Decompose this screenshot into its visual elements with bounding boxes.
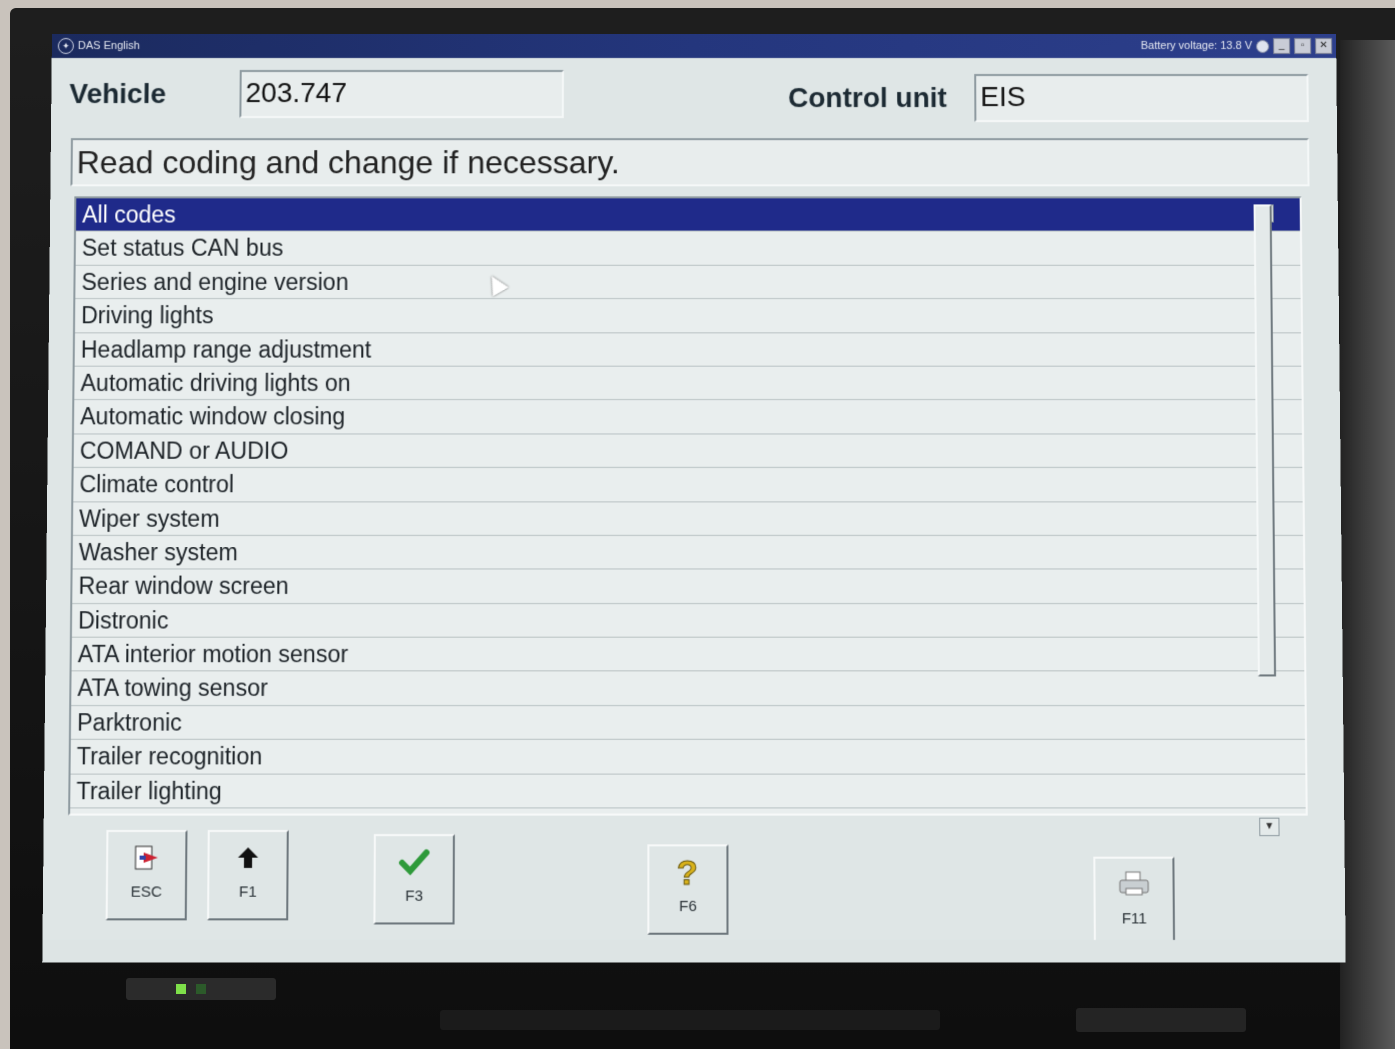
hinge-cover (440, 1010, 940, 1030)
list-item[interactable]: ATA towing sensor (71, 671, 1305, 706)
vehicle-field: 203.747 (239, 70, 564, 119)
esc-button[interactable]: ESC (105, 829, 188, 921)
status-strip (42, 939, 1346, 963)
list-item[interactable]: Climate control (73, 468, 1303, 502)
f1-button[interactable]: F1 (207, 829, 289, 921)
control-unit-field: EIS (974, 74, 1309, 123)
list-item[interactable]: Series and engine version (75, 265, 1301, 300)
mercedes-star-icon: ✦ (57, 37, 74, 54)
f3-button[interactable]: F3 (373, 834, 455, 925)
f11-button[interactable]: F11 (1093, 856, 1176, 948)
f11-key-label: F11 (1121, 910, 1147, 928)
maximize-button[interactable]: ▫ (1294, 37, 1312, 54)
activity-led-icon (196, 984, 206, 994)
f1-key-label: F1 (238, 883, 257, 901)
laptop-bezel-edge (1340, 40, 1395, 1049)
list-item[interactable]: Headlamp range adjustment (74, 332, 1302, 367)
esc-key-label: ESC (130, 883, 163, 901)
close-button[interactable]: ✕ (1315, 37, 1333, 54)
list-item[interactable]: Distronic (71, 603, 1304, 638)
list-item[interactable]: Rear window screen (72, 569, 1304, 604)
list-item[interactable]: Automatic window closing (73, 400, 1302, 435)
list-item[interactable]: Trailer lighting (70, 774, 1306, 809)
titlebar-right: Battery voltage: 13.8 V _ ▫ ✕ (1141, 34, 1333, 58)
network-icon (1256, 39, 1270, 53)
vehicle-label: Vehicle (69, 78, 167, 110)
power-led-icon (176, 984, 186, 994)
list-item[interactable]: Trailer recognition (70, 740, 1306, 775)
window-title: DAS English (77, 39, 140, 52)
list-item[interactable]: Wiper system (72, 501, 1303, 536)
scroll-down-button[interactable]: ▼ (1259, 817, 1280, 837)
svg-text:?: ? (677, 854, 698, 891)
checkmark-icon (376, 836, 453, 887)
minimize-button[interactable]: _ (1273, 37, 1291, 54)
instruction-text: Read coding and change if necessary. (70, 138, 1310, 187)
window-titlebar: ✦ DAS English Battery voltage: 13.8 V _ … (51, 34, 1337, 59)
app-title-group: ✦ DAS English (57, 34, 140, 58)
f3-key-label: F3 (405, 887, 424, 905)
battery-voltage-status: Battery voltage: 13.8 V (1140, 39, 1253, 52)
list-item[interactable]: Automatic driving lights on (74, 366, 1302, 401)
das-window: ✦ DAS English Battery voltage: 13.8 V _ … (42, 34, 1346, 963)
f6-button[interactable]: ? F6 (647, 844, 729, 935)
coding-list[interactable]: All codes Set status CAN bus Series and en… (68, 196, 1308, 816)
list-item[interactable]: Driving lights (74, 299, 1301, 333)
list-item[interactable]: Parktronic (70, 705, 1305, 741)
help-question-icon: ? (649, 846, 726, 897)
arrow-up-icon (209, 832, 286, 883)
control-unit-label: Control unit (788, 82, 947, 114)
list-item[interactable]: ATA interior motion sensor (71, 637, 1305, 672)
speaker-grille (1076, 1008, 1246, 1032)
list-item[interactable]: COMAND or AUDIO (73, 434, 1303, 469)
list-item[interactable]: Special vehicle multifunction control mo… (69, 808, 1306, 816)
printer-icon (1095, 859, 1172, 910)
list-item[interactable]: Set status CAN bus (75, 231, 1301, 266)
list-item[interactable]: Washer system (72, 535, 1304, 570)
list-item[interactable]: All codes (76, 198, 1300, 232)
exit-door-icon (108, 832, 185, 883)
f6-key-label: F6 (679, 897, 697, 916)
